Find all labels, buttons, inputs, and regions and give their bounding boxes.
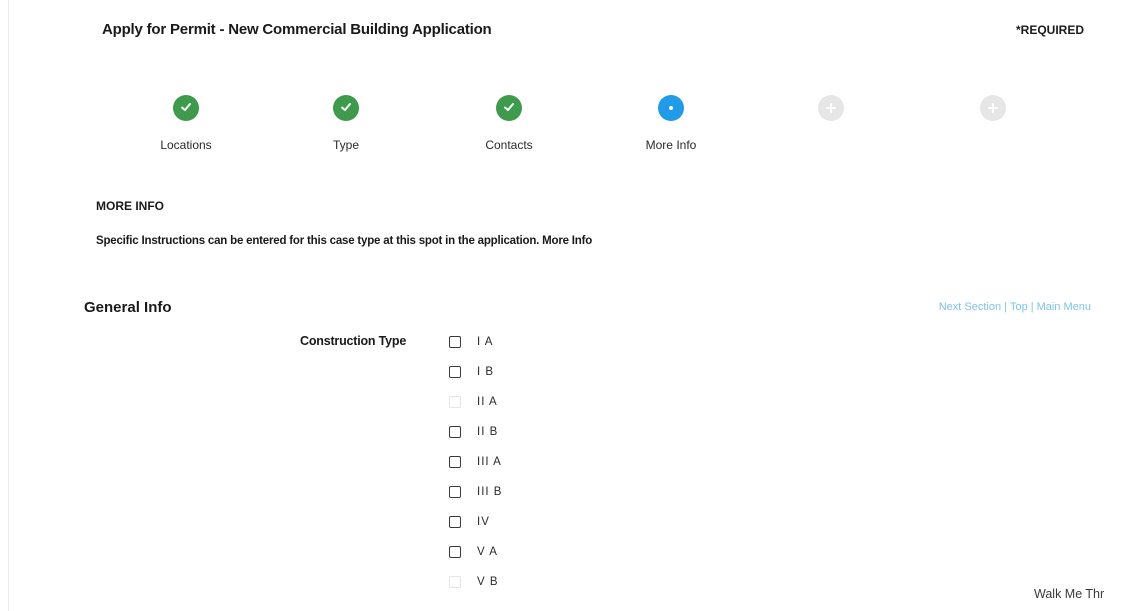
option-label: I B — [477, 366, 495, 378]
checkbox[interactable] — [449, 426, 461, 438]
construction-type-label: Construction Type — [300, 334, 407, 348]
nav-separator: | — [1004, 301, 1007, 313]
construction-type-option[interactable]: II B — [449, 423, 498, 441]
nav-separator: | — [1030, 301, 1034, 313]
option-label: IV — [477, 516, 490, 528]
option-label: III B — [477, 486, 503, 498]
step-complete-indicator — [333, 95, 359, 121]
construction-type-option[interactable]: V A — [449, 543, 498, 561]
check-icon — [504, 103, 514, 111]
option-label: V A — [477, 546, 498, 558]
step-label: More Info — [645, 138, 697, 152]
top-link[interactable]: Top — [1010, 301, 1028, 313]
walkme-button[interactable]: Walk Me Thr — [1034, 587, 1129, 601]
step-pending-indicator — [980, 95, 1006, 121]
option-label: II B — [477, 426, 499, 438]
check-icon — [341, 103, 351, 111]
wizard-step-more-info[interactable]: More Info — [611, 95, 731, 152]
wizard-step-6[interactable] — [933, 95, 1053, 138]
main-menu-link[interactable]: Main Menu — [1037, 301, 1091, 313]
step-complete-indicator — [496, 95, 522, 121]
instructions-text: Specific Instructions can be entered for… — [96, 235, 593, 247]
checkbox[interactable] — [449, 516, 461, 528]
required-note: *REQUIRED — [1015, 23, 1084, 37]
step-label: Locations — [160, 138, 212, 152]
general-info-heading: General Info — [84, 299, 172, 316]
checkbox[interactable] — [449, 456, 461, 468]
step-label: Contacts — [485, 138, 533, 152]
left-border — [8, 0, 9, 611]
wizard-step-locations[interactable]: Locations — [126, 95, 246, 152]
step-current-indicator — [658, 95, 684, 121]
construction-type-option[interactable]: II A — [449, 393, 498, 411]
construction-type-option[interactable]: I B — [449, 363, 494, 381]
construction-type-option[interactable]: III A — [449, 453, 502, 471]
page-title: Apply for Permit - New Commercial Buildi… — [102, 21, 492, 38]
option-label: II A — [477, 396, 498, 408]
wizard-step-type[interactable]: Type — [286, 95, 406, 152]
section-nav: Next Section | Top | Main Menu — [939, 301, 1091, 313]
checkbox[interactable] — [449, 546, 461, 558]
check-icon — [181, 103, 191, 111]
plus-icon — [988, 103, 998, 113]
checkbox[interactable] — [449, 366, 461, 378]
permit-application-page: Apply for Permit - New Commercial Buildi… — [0, 0, 1129, 611]
option-label: V B — [477, 576, 499, 588]
step-complete-indicator — [173, 95, 199, 121]
checkbox[interactable] — [449, 576, 461, 588]
next-section-link[interactable]: Next Section — [939, 301, 1001, 313]
option-label: III A — [477, 456, 502, 468]
checkbox[interactable] — [449, 336, 461, 348]
wizard-step-5[interactable] — [771, 95, 891, 138]
dot-icon — [669, 106, 673, 110]
more-info-heading: MORE INFO — [96, 199, 164, 213]
step-pending-indicator — [818, 95, 844, 121]
construction-type-option[interactable]: I A — [449, 333, 493, 351]
plus-icon — [826, 103, 836, 113]
construction-type-option[interactable]: V B — [449, 573, 499, 591]
checkbox[interactable] — [449, 396, 461, 408]
construction-type-option[interactable]: III B — [449, 483, 502, 501]
step-label: Type — [332, 138, 359, 152]
wizard-step-contacts[interactable]: Contacts — [449, 95, 569, 152]
option-label: I A — [477, 336, 494, 348]
construction-type-option[interactable]: IV — [449, 513, 490, 531]
checkbox[interactable] — [449, 486, 461, 498]
